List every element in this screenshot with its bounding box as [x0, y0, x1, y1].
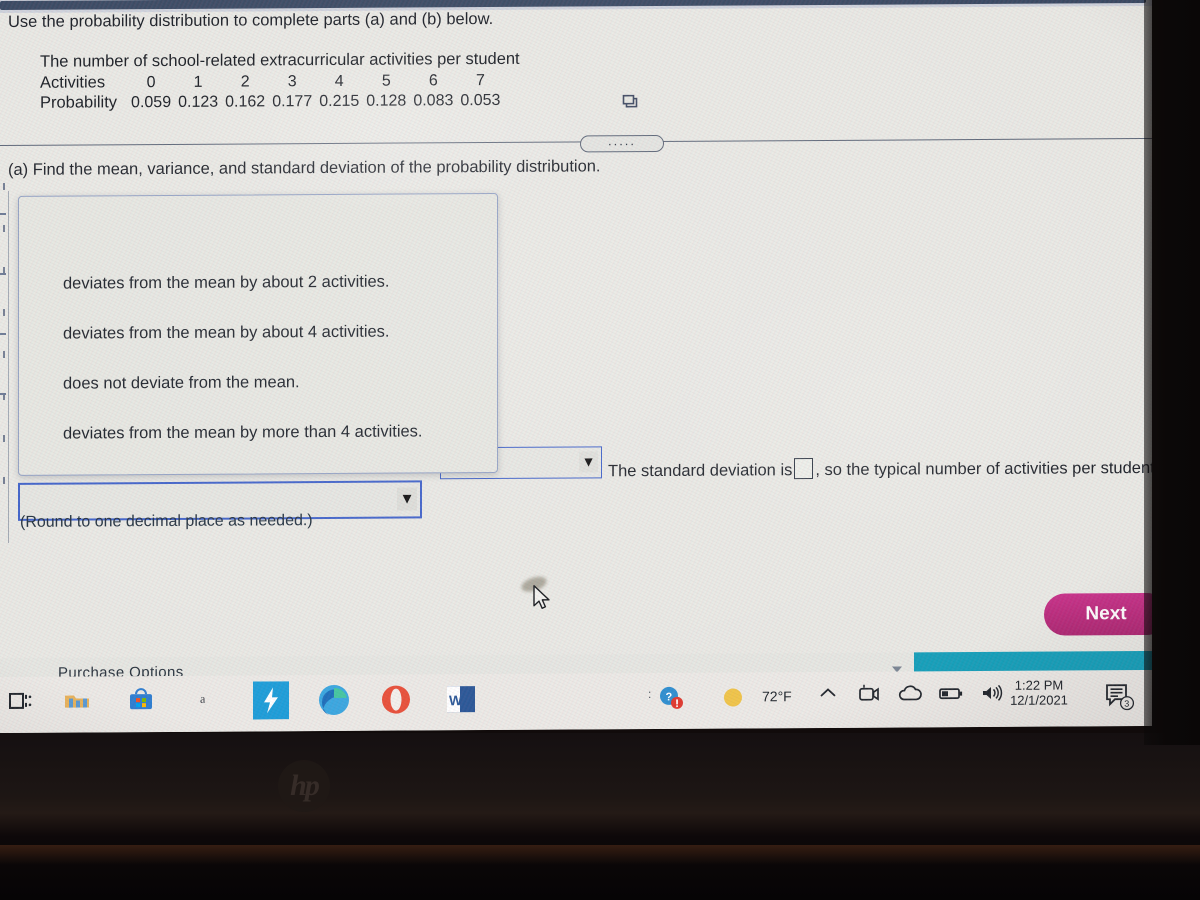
dropdown-option-4[interactable]: deviates from the mean by more than 4 ac… — [63, 422, 423, 443]
collapse-ellipsis-button[interactable]: ..... — [580, 133, 664, 153]
row-label-activities: Activities — [40, 73, 106, 92]
activities-cell-2: 2 — [240, 72, 250, 91]
sd-sentence-before: The standard deviation is — [608, 461, 793, 481]
popout-window-icon[interactable] — [622, 94, 640, 110]
next-button[interactable]: Next — [1044, 592, 1152, 636]
taskbar-date: 12/1/2021 — [1010, 692, 1068, 708]
probability-cell-7: 0.053 — [460, 91, 501, 109]
activities-cell-5: 5 — [381, 72, 391, 90]
probability-cell-2: 0.162 — [225, 92, 266, 111]
left-row-marker-1 — [0, 212, 6, 215]
taskbar-time: 1:22 PM — [1014, 677, 1064, 693]
rounding-note: (Round to one decimal place as needed.) — [20, 512, 313, 531]
notification-badge-count: 3 — [1124, 699, 1129, 709]
battery-icon[interactable] — [938, 684, 964, 707]
laptop-right-bezel — [1144, 0, 1200, 745]
exercise-content: Use the probability distribution to comp… — [0, 6, 1152, 690]
table-row-probability: Probability 0.059 0.123 0.162 0.177 0.21… — [40, 91, 507, 113]
left-row-marker-2 — [0, 272, 6, 275]
svg-text:a: a — [200, 692, 206, 706]
section-divider — [0, 137, 1152, 146]
power-automate-icon[interactable] — [253, 681, 289, 720]
onedrive-icon[interactable] — [898, 684, 922, 707]
taskbar-clock[interactable]: 1:22 PM 12/1/2021 — [998, 677, 1080, 708]
help-alert-icon[interactable]: ? — [658, 685, 684, 711]
microsoft-edge-icon[interactable] — [317, 683, 351, 717]
microsoft-word-icon[interactable]: W — [445, 683, 477, 715]
probability-cell-0: 0.059 — [131, 93, 172, 111]
activities-cell-4: 4 — [334, 72, 344, 90]
svg-text:W: W — [449, 692, 463, 708]
hp-logo: hp — [278, 760, 330, 812]
windows-taskbar: a W: ? 72°F 1:22 PM 12/1/2021 3 — [0, 669, 1152, 733]
microsoft-store-icon[interactable] — [126, 685, 156, 715]
chevron-down-icon[interactable]: ▼ — [397, 487, 417, 511]
probability-cell-6: 0.083 — [413, 91, 454, 109]
sd-answer-input[interactable] — [794, 458, 814, 480]
dropdown-option-1[interactable]: deviates from the mean by about 2 activi… — [63, 273, 390, 294]
distribution-table: Activities 0 1 2 3 4 5 6 7 Probability 0… — [40, 71, 507, 113]
task-view-icon[interactable] — [6, 686, 36, 716]
activities-cell-6: 6 — [428, 71, 438, 89]
laptop-photo: hp Use the probability distribution to c… — [0, 0, 1200, 900]
dropdown-option-2[interactable]: deviates from the mean by about 4 activi… — [63, 323, 390, 344]
probability-cell-4: 0.215 — [319, 92, 360, 110]
laptop-bottom-bezel — [0, 733, 1200, 900]
chevron-up-icon[interactable] — [818, 686, 838, 705]
left-scrollbar[interactable] — [0, 182, 9, 533]
probability-cell-3: 0.177 — [272, 92, 313, 110]
distribution-table-title: The number of school-related extracurric… — [40, 49, 520, 71]
dropdown-option-3[interactable]: does not deviate from the mean. — [63, 373, 300, 393]
weather-icon[interactable] — [722, 686, 744, 708]
distribution-table-block: The number of school-related extracurric… — [40, 50, 520, 113]
laptop-screen: Use the probability distribution to comp… — [0, 0, 1152, 733]
dropdown-options-panel[interactable]: deviates from the mean by about 2 activi… — [18, 192, 498, 476]
chevron-down-icon[interactable]: ▼ — [579, 451, 598, 473]
notification-center-icon[interactable]: 3 — [1104, 681, 1136, 711]
mouse-cursor — [533, 585, 553, 618]
standard-deviation-sentence: The standard deviation is , so the typica… — [608, 456, 1152, 481]
activities-cell-7: 7 — [475, 71, 485, 89]
row-label-probability: Probability — [40, 93, 118, 112]
camera-icon[interactable] — [858, 684, 880, 709]
table-row-activities: Activities 0 1 2 3 4 5 6 7 — [40, 71, 507, 94]
question-prompt: Use the probability distribution to comp… — [8, 9, 494, 31]
activities-cell-1: 1 — [193, 73, 203, 91]
tray-overflow-dots[interactable]: : — [648, 687, 651, 701]
probability-cell-1: 0.123 — [178, 93, 219, 111]
left-row-marker-3 — [0, 332, 6, 335]
activities-cell-3: 3 — [287, 72, 297, 90]
file-explorer-icon[interactable] — [62, 685, 92, 715]
part-a-prompt: (a) Find the mean, variance, and standar… — [8, 157, 601, 179]
weather-temperature[interactable]: 72°F — [762, 688, 792, 704]
activities-cell-0: 0 — [146, 73, 156, 91]
acrobat-icon[interactable]: a — [196, 690, 212, 708]
left-row-marker-4 — [0, 392, 6, 395]
probability-cell-5: 0.128 — [366, 92, 407, 110]
opera-icon[interactable] — [381, 684, 411, 714]
sd-sentence-after: , so the typical number of activities pe… — [815, 458, 1152, 480]
